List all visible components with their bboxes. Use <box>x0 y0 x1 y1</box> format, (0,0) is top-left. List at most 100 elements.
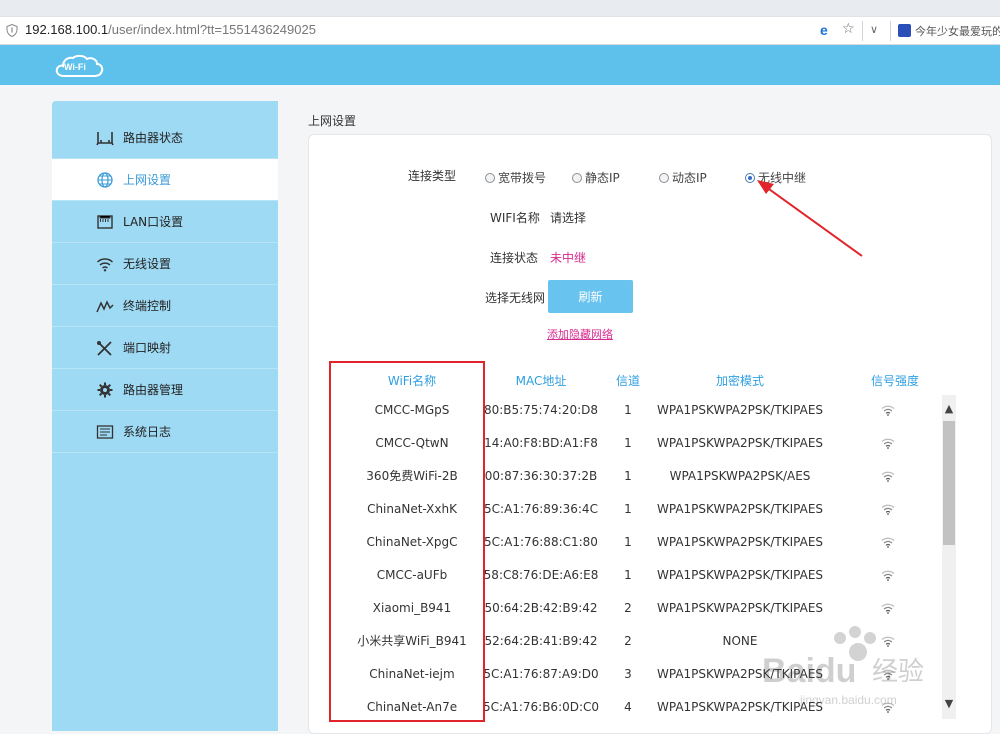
sidebar-item-lan-settings[interactable]: LAN口设置 <box>52 201 278 243</box>
sidebar-item-router-management[interactable]: 路由器管理 <box>52 369 278 411</box>
address-bar[interactable]: 192.168.100.1/user/index.html?tt=1551436… <box>0 17 1000 45</box>
cell-mac: 58:C8:76:DE:A6:E8 <box>483 568 599 582</box>
signal-strength-icon <box>881 438 895 449</box>
sidebar-item-system-log[interactable]: 系统日志 <box>52 411 278 453</box>
signal-strength-icon <box>881 570 895 581</box>
cell-mac: 52:64:2B:41:B9:42 <box>484 634 598 648</box>
radio-static-ip[interactable]: 静态IP <box>572 169 620 186</box>
add-hidden-network-link[interactable]: 添加隐藏网络 <box>547 326 613 342</box>
watermark-word: 经验 <box>872 657 924 687</box>
bookmark-favicon-icon <box>898 24 911 37</box>
sidebar-item-label: LAN口设置 <box>123 215 184 229</box>
cell-mac: 5C:A1:76:B6:0D:C0 <box>482 700 600 714</box>
bookmark-link[interactable]: 今年少女最爱玩的 <box>915 23 1000 39</box>
sidebar-item-label: 路由器管理 <box>123 383 184 397</box>
radio-dot <box>485 172 495 183</box>
signal-strength-icon <box>881 405 895 416</box>
cell-mac: 5C:A1:76:87:A9:D0 <box>483 667 599 681</box>
baidu-watermark-icon: Baidu 经验 jingyan.baidu.com <box>762 626 924 707</box>
signal-strength-icon <box>881 504 895 515</box>
sidebar-item-label: 终端控制 <box>123 299 172 313</box>
sidebar-item-router-status[interactable]: 路由器状态 <box>52 117 278 159</box>
chevron-up-icon[interactable]: ▲ <box>942 402 956 416</box>
radio-label: 宽带拨号 <box>498 171 547 185</box>
radio-dynamic-ip[interactable]: 动态IP <box>659 169 707 186</box>
sidebar-item-internet-settings[interactable]: 上网设置 <box>52 159 278 201</box>
page-title: 上网设置 <box>308 114 357 128</box>
wifi-name-select[interactable]: 请选择 <box>550 209 586 226</box>
chart-wave-icon <box>96 300 114 313</box>
log-icon <box>96 425 114 439</box>
cell-mac: 14:A0:F8:BD:A1:F8 <box>484 436 598 450</box>
cell-mac: 5C:A1:76:88:C1:80 <box>484 535 598 549</box>
radio-label: 静态IP <box>585 171 620 185</box>
toolbar-divider <box>890 21 891 41</box>
sidebar-item-label: 系统日志 <box>123 425 172 439</box>
watermark-url: jingyan.baidu.com <box>799 693 897 707</box>
radio-dot <box>659 172 669 183</box>
globe-icon <box>97 172 113 188</box>
cell-channel: 4 <box>624 700 632 714</box>
cell-encryption: WPA1PSKWPA2PSK/TKIPAES <box>656 568 824 582</box>
star-icon[interactable]: ☆ <box>842 21 855 37</box>
scrollbar-thumb[interactable] <box>943 421 955 545</box>
select-network-label: 选择无线网 <box>485 291 546 305</box>
radio-label: 动态IP <box>672 171 707 185</box>
refresh-button[interactable]: 刷新 <box>548 280 633 313</box>
annotation-highlight-box <box>329 361 485 722</box>
tools-icon <box>97 341 112 356</box>
toolbar-divider <box>862 21 863 41</box>
url-path: /user/index.html?tt=1551436249025 <box>108 22 316 37</box>
watermark-brand: Baidu <box>762 652 856 690</box>
sidebar-item-label: 端口映射 <box>123 341 172 355</box>
cell-encryption: WPA1PSKWPA2PSK/TKIPAES <box>656 502 824 516</box>
cell-encryption: WPA1PSKWPA2PSK/AES <box>669 469 811 483</box>
browser-top-strip <box>0 0 1000 17</box>
cell-encryption: WPA1PSKWPA2PSK/TKIPAES <box>656 403 824 417</box>
annotation-arrow-icon <box>757 180 863 257</box>
cell-channel: 3 <box>624 667 632 681</box>
signal-strength-icon <box>881 471 895 482</box>
wifi-icon <box>97 258 113 272</box>
sidebar-item-label: 无线设置 <box>123 257 172 271</box>
chevron-down-icon[interactable]: ∨ <box>870 23 878 36</box>
cell-channel: 1 <box>624 436 632 450</box>
radio-pppoe[interactable]: 宽带拨号 <box>485 169 546 186</box>
router-icon <box>96 132 114 146</box>
cell-encryption: WPA1PSKWPA2PSK/TKIPAES <box>656 535 824 549</box>
sidebar-item-terminal-control[interactable]: 终端控制 <box>52 285 278 327</box>
connection-status-value: 未中继 <box>550 251 587 265</box>
cell-channel: 1 <box>624 403 632 417</box>
signal-strength-icon <box>881 537 895 548</box>
cell-encryption: WPA1PSKWPA2PSK/TKIPAES <box>656 436 824 450</box>
logo-text: Wi-Fi <box>64 62 86 72</box>
column-header-signal: 信号强度 <box>870 374 920 388</box>
cell-channel: 1 <box>624 535 632 549</box>
cell-mac: 00:87:36:30:37:2B <box>484 469 598 483</box>
app-header: Wi-Fi <box>0 45 1000 85</box>
sidebar-item-wireless-settings[interactable]: 无线设置 <box>52 243 278 285</box>
radio-dot <box>572 172 582 183</box>
ie-logo-icon[interactable]: e <box>820 22 836 38</box>
column-header-channel: 信道 <box>615 374 641 388</box>
cell-channel: 1 <box>624 469 632 483</box>
cell-channel: 1 <box>624 502 632 516</box>
url-text[interactable]: 192.168.100.1/user/index.html?tt=1551436… <box>25 22 316 37</box>
shield-icon <box>6 24 18 37</box>
sidebar: 路由器状态 上网设置 LAN口设置 无线设置 终端控制 端口映射 路由器管理 系… <box>52 101 278 731</box>
cell-mac: 50:64:2B:42:B9:42 <box>484 601 598 615</box>
wifi-name-label: WIFI名称 <box>490 211 540 225</box>
cell-mac: 80:B5:75:74:20:D8 <box>483 403 599 417</box>
cell-mac: 5C:A1:76:89:36:4C <box>484 502 598 516</box>
column-header-mac: MAC地址 <box>515 374 567 388</box>
sidebar-item-label: 上网设置 <box>123 173 172 187</box>
sidebar-item-port-mapping[interactable]: 端口映射 <box>52 327 278 369</box>
cell-channel: 1 <box>624 568 632 582</box>
cell-channel: 2 <box>624 634 632 648</box>
gear-icon <box>97 382 113 398</box>
signal-strength-icon <box>881 603 895 614</box>
sidebar-item-label: 路由器状态 <box>123 131 184 145</box>
connection-type-label: 连接类型 <box>408 169 457 183</box>
connection-status-label: 连接状态 <box>490 251 539 265</box>
lan-port-icon <box>97 215 113 229</box>
